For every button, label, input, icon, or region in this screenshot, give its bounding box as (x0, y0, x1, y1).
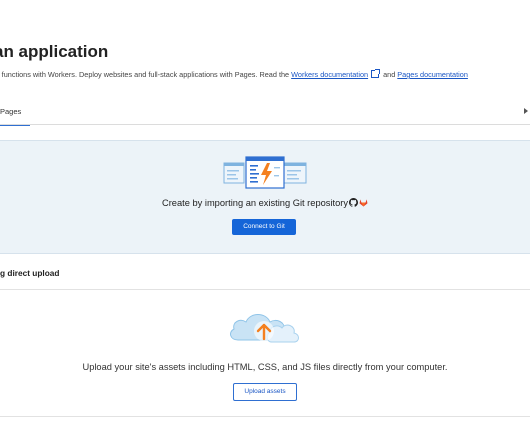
tab-pages[interactable]: Pages (0, 102, 30, 126)
tabs-divider (0, 124, 530, 125)
page-description: s functions with Workers. Deploy website… (0, 69, 468, 79)
upload-assets-button[interactable]: Upload assets (233, 383, 297, 401)
workers-documentation-link[interactable]: Workers documentation (291, 70, 368, 79)
connect-to-git-button[interactable]: Connect to Git (232, 219, 296, 235)
description-text: s functions with Workers. Deploy website… (0, 70, 290, 79)
upload-description: Upload your site's assets including HTML… (82, 362, 448, 372)
page-title: an application (0, 42, 109, 61)
chevron-right-icon[interactable] (524, 108, 528, 114)
gitlab-icon (359, 199, 368, 207)
git-import-message: Create by importing an existing Git repo… (0, 198, 530, 208)
bottom-divider (0, 416, 530, 417)
and-text: and (383, 70, 396, 79)
direct-upload-heading: g direct upload (0, 268, 60, 278)
section-divider (0, 289, 530, 290)
cloud-upload-icon (230, 314, 299, 343)
pages-documentation-link[interactable]: Pages documentation (397, 70, 468, 79)
external-link-icon (371, 69, 381, 78)
github-icon (349, 198, 359, 207)
git-import-text: Create by importing an existing Git repo… (161, 198, 349, 208)
code-window-illustration (223, 156, 307, 189)
